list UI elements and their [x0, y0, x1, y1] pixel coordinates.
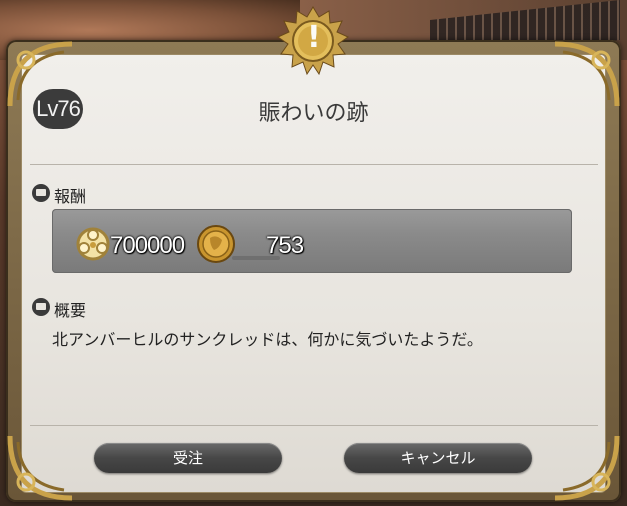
header-divider — [30, 164, 598, 165]
reward-section-icon — [32, 184, 50, 202]
rewards-heading: 報酬 — [54, 187, 87, 206]
exclamation-mark: ! — [307, 20, 321, 55]
seal-reward-value: 753 — [266, 232, 304, 259]
corner-ornament-icon — [551, 432, 621, 502]
gil-icon — [74, 226, 112, 262]
quest-title: 賑わいの跡 — [258, 101, 369, 126]
summary-heading: 概要 — [54, 301, 87, 320]
seal-coin-icon — [196, 224, 236, 264]
cancel-button[interactable]: キャンセル — [344, 443, 532, 473]
footer-divider — [30, 425, 598, 426]
gil-reward-value: 700000 — [110, 232, 185, 259]
accept-button[interactable]: 受注 — [94, 443, 282, 473]
book-icon — [32, 298, 50, 316]
corner-ornament-icon — [6, 432, 76, 502]
summary-text: 北アンバーヒルのサンクレッドは、何かに気づいたようだ。 — [52, 330, 483, 349]
